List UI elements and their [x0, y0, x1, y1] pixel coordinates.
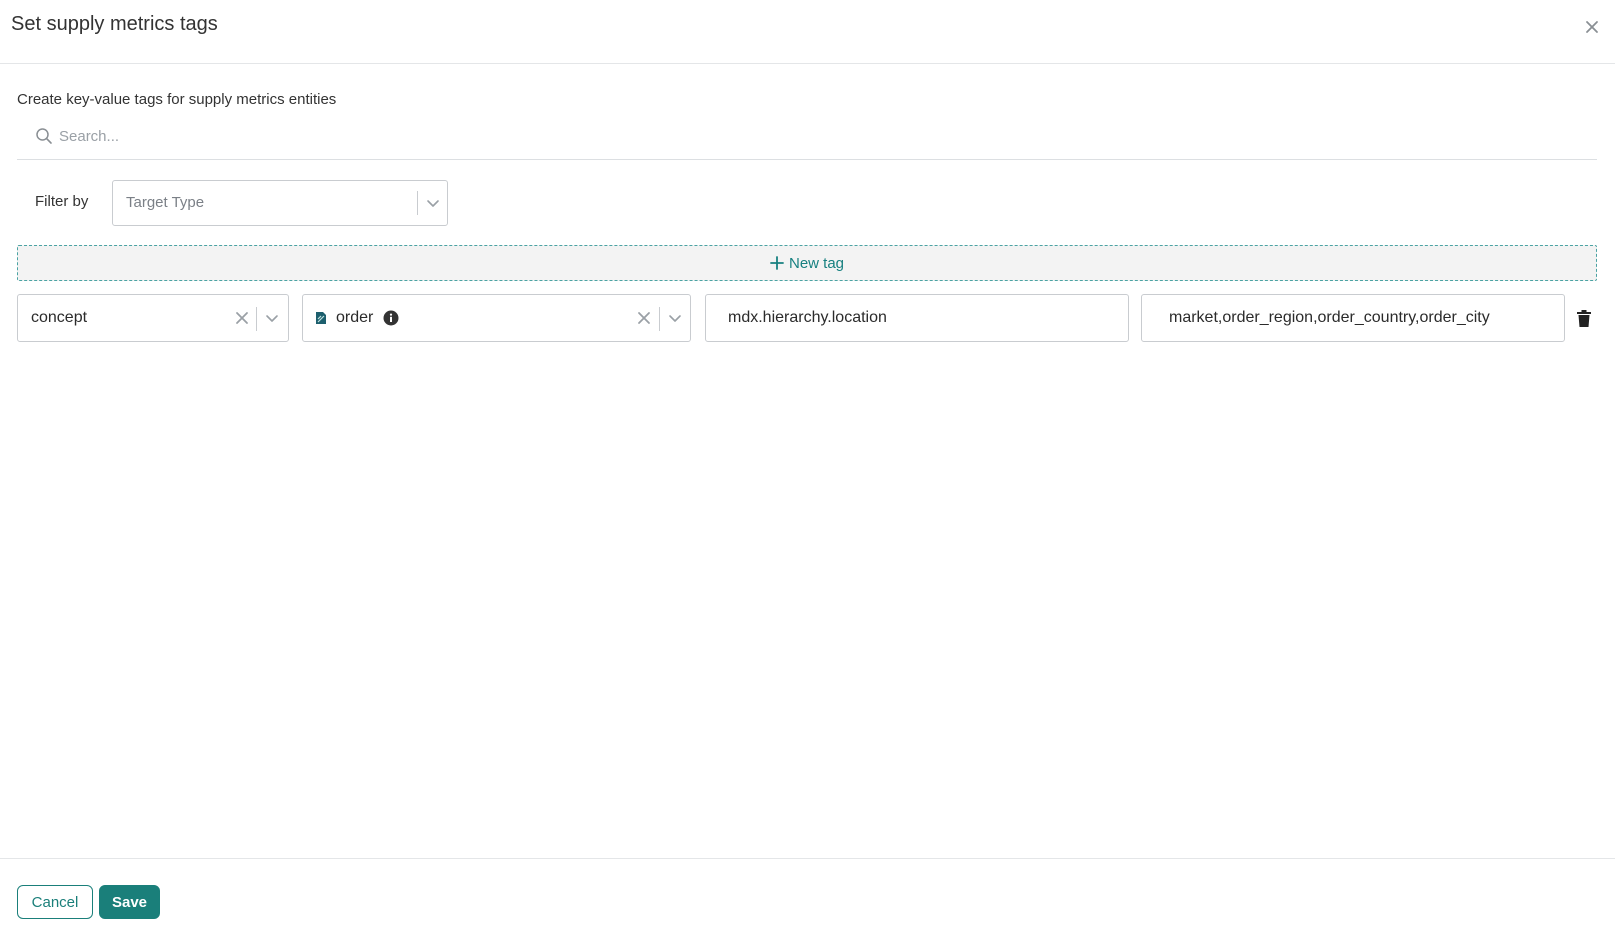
concept-icon — [316, 312, 326, 324]
close-button[interactable] — [1583, 18, 1601, 36]
dialog-subtitle: Create key-value tags for supply metrics… — [17, 91, 337, 108]
save-button[interactable]: Save — [99, 885, 160, 919]
filter-label: Filter by — [35, 193, 89, 210]
search-input[interactable] — [57, 124, 1557, 148]
select-separator — [659, 307, 660, 331]
dialog-header: Set supply metrics tags — [0, 0, 1615, 64]
cancel-button[interactable]: Cancel — [17, 885, 93, 919]
select-separator — [417, 191, 418, 215]
tag-target-value: order — [336, 309, 374, 326]
tag-key-value: mdx.hierarchy.location — [728, 309, 887, 326]
search-bar — [17, 118, 1597, 160]
chevron-down-icon[interactable] — [424, 194, 442, 212]
filter-selected-value: Target Type — [126, 194, 205, 211]
tag-key-field[interactable]: mdx.hierarchy.location — [705, 294, 1129, 342]
clear-icon[interactable] — [234, 310, 250, 326]
close-icon — [1586, 21, 1598, 33]
dialog-footer: Cancel Save — [0, 858, 1615, 932]
tag-target-type-select[interactable]: concept — [17, 294, 289, 342]
new-tag-label: New tag — [788, 254, 845, 272]
trash-icon[interactable] — [1576, 310, 1592, 328]
plus-icon — [770, 256, 784, 270]
target-type-filter-select[interactable]: Target Type — [112, 180, 448, 226]
tag-value-value: market,order_region,order_country,order_… — [1169, 309, 1490, 326]
tag-target-type-value: concept — [31, 309, 88, 326]
chevron-down-icon[interactable] — [666, 309, 684, 327]
search-icon — [36, 128, 52, 144]
select-separator — [256, 307, 257, 331]
tag-target-select[interactable]: order — [302, 294, 691, 342]
tag-value-field[interactable]: market,order_region,order_country,order_… — [1141, 294, 1565, 342]
new-tag-button[interactable]: New tag — [17, 245, 1597, 281]
info-icon[interactable] — [383, 310, 399, 326]
chevron-down-icon[interactable] — [263, 309, 281, 327]
clear-icon[interactable] — [636, 310, 652, 326]
dialog-title: Set supply metrics tags — [11, 13, 218, 35]
tags-dialog: Set supply metrics tags Create key-value… — [0, 0, 1615, 932]
